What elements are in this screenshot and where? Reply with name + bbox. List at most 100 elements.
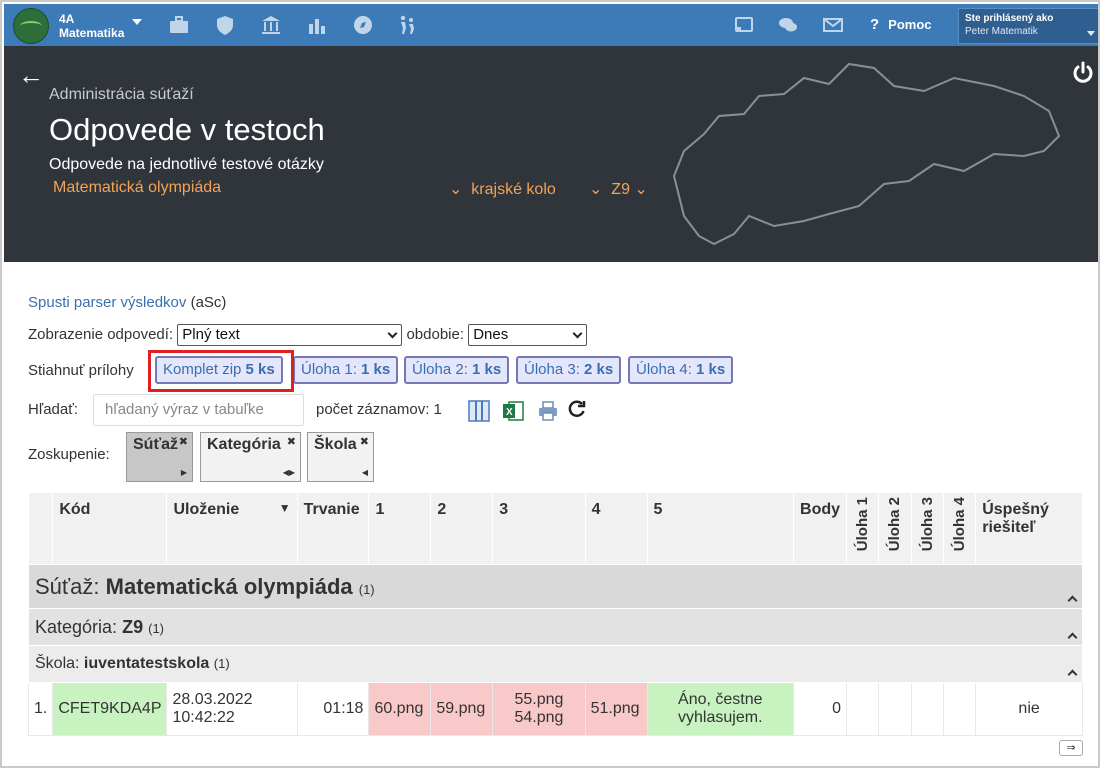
print-icon[interactable] [537,400,559,422]
group-row-school[interactable]: Škola: iuventatestskola (1) [28,645,1083,683]
column-header[interactable]: 5 [646,492,795,565]
group-value: Matematická olympiáda [105,573,353,599]
round-label: krajské kolo [471,181,556,198]
column-header[interactable]: Kód [52,492,168,565]
row-task4 [942,682,977,736]
arrow-left-icon[interactable]: ◀ [362,468,368,477]
answer-2-link[interactable]: 59.png [430,682,494,736]
period-label: obdobie: [406,325,465,343]
period-select[interactable]: Dnes [468,324,588,346]
download-label: Úloha 2: [412,361,468,378]
column-header-label: Úloha 1 [854,497,872,552]
close-icon[interactable]: ✖ [179,435,188,448]
download-label: Úloha 4: [636,361,692,378]
competition-selector[interactable]: Matematická olympiáda [53,179,221,197]
class-avatar[interactable] [13,8,49,44]
download-task3-button[interactable]: Úloha 3: 2 ks [516,356,622,384]
power-icon[interactable] [1070,60,1096,86]
group-label: Súťaž: [35,573,100,599]
column-header-label: Uloženie [173,501,240,518]
answer-4-link[interactable]: 51.png [584,682,648,736]
institution-icon[interactable] [260,14,282,36]
group-chip-category[interactable]: Kategória ✖ ◀▶ [200,432,301,482]
table-row[interactable]: 1. CFET9KDA4P 28.03.2022 10:42:22 01:18 6… [27,682,1083,736]
arrows-icon[interactable]: ◀▶ [283,468,295,477]
arrow-right-icon[interactable]: ▶ [181,468,187,477]
app-frame: 4A Matematika ? Pomoc Ste prihlásený ako … [0,0,1100,768]
column-header-label: Úloha 2 [886,497,904,552]
briefcase-icon[interactable] [168,14,190,36]
question-icon: ? [870,16,880,33]
column-header[interactable]: Úloha 1 [846,492,880,565]
column-header[interactable]: 1 [368,492,432,565]
column-header[interactable]: Trvanie [296,492,370,565]
back-arrow-icon[interactable]: ← [18,62,44,88]
download-task4-button[interactable]: Úloha 4: 1 ks [628,356,734,384]
group-label: Škola: [35,655,80,672]
compass-icon[interactable] [352,14,374,36]
column-header-sorted[interactable]: Uloženie ▼ [166,492,298,565]
logged-in-label: Ste prihlásený ako [965,13,1054,24]
row-saved: 28.03.2022 10:42:22 [166,682,298,736]
answer-5-line1: Áno, čestne [678,691,763,708]
column-header[interactable]: 2 [430,492,494,565]
columns-icon[interactable] [468,400,490,422]
record-count: počet záznamov: 1 [316,401,442,418]
row-task2 [878,682,912,736]
chevron-up-icon[interactable] [1067,669,1078,680]
shield-icon[interactable] [214,14,236,36]
group-row-category[interactable]: Kategória: Z9 (1) [28,608,1083,646]
round-selector[interactable]: ⌄ krajské kolo [449,179,556,199]
row-number: 1. [27,682,54,736]
chat-icon[interactable] [777,14,799,36]
user-menu[interactable]: Ste prihlásený ako Peter Matematik [958,8,1098,44]
svg-text:X: X [506,407,513,418]
column-header[interactable]: 4 [584,492,648,565]
excel-icon[interactable]: X [502,400,524,422]
refresh-icon[interactable] [567,399,587,419]
column-header[interactable]: Body [793,492,848,565]
close-icon[interactable]: ✖ [287,435,296,448]
row-code: CFET9KDA4P [52,682,168,736]
row-duration: 01:18 [296,682,370,736]
column-header[interactable]: Úloha 2 [878,492,912,565]
category-selector[interactable]: ⌄ Z9 ⌄ [589,179,648,199]
column-header[interactable]: Úloha 3 [910,492,944,565]
display-select[interactable]: Plný text [177,324,403,346]
group-chip-label: Súťaž [133,436,179,453]
group-chip-school[interactable]: Škola ✖ ◀ [307,432,374,482]
breadcrumb[interactable]: Administrácia súťaží [49,86,194,104]
answer-1-link[interactable]: 60.png [368,682,432,736]
chevron-up-icon[interactable] [1067,632,1078,643]
download-task1-button[interactable]: Úloha 1: 1 ks [293,356,399,384]
class-name[interactable]: 4A [59,12,74,26]
next-page-button[interactable]: ⇒ [1059,740,1083,756]
cast-icon[interactable] [733,14,755,36]
column-header[interactable]: Úspešný riešiteľ [975,492,1083,565]
class-subject[interactable]: Matematika [59,26,124,40]
download-task2-button[interactable]: Úloha 2: 1 ks [404,356,510,384]
page-subtitle: Odpovede na jednotlivé testové otázky [49,156,324,173]
download-count: 1 ks [696,361,726,378]
group-row-competition[interactable]: Súťaž: Matematická olympiáda (1) [28,564,1083,609]
answer-3-cell: 55.png 54.png [492,682,586,736]
class-dropdown-icon[interactable] [132,19,142,25]
run-parser-link[interactable]: Spusti parser výsledkov [28,294,186,311]
answer-5-line2: vyhlasujem. [678,709,763,726]
search-input[interactable]: hľadaný výraz v tabuľke [93,394,304,426]
group-chip-competition[interactable]: Súťaž ✖ ▶ [126,432,193,482]
column-header[interactable]: Úloha 4 [942,492,977,565]
answer-5-cell: Áno, čestne vyhlasujem. [646,682,795,736]
column-header[interactable]: 3 [492,492,586,565]
help-button[interactable]: ? Pomoc [870,16,932,33]
answer-3b-link[interactable]: 54.png [498,709,579,727]
chevron-up-icon[interactable] [1067,595,1078,606]
bar-chart-icon[interactable] [306,14,328,36]
close-icon[interactable]: ✖ [360,435,369,448]
table-header-row: Kód Uloženie ▼ Trvanie 1 2 3 4 5 Body Úlo… [27,492,1083,565]
mail-icon[interactable] [822,14,844,36]
download-count: 1 ks [361,361,391,378]
children-icon[interactable] [396,14,418,36]
answer-3a-link[interactable]: 55.png [498,691,579,709]
sort-desc-icon: ▼ [278,501,291,515]
